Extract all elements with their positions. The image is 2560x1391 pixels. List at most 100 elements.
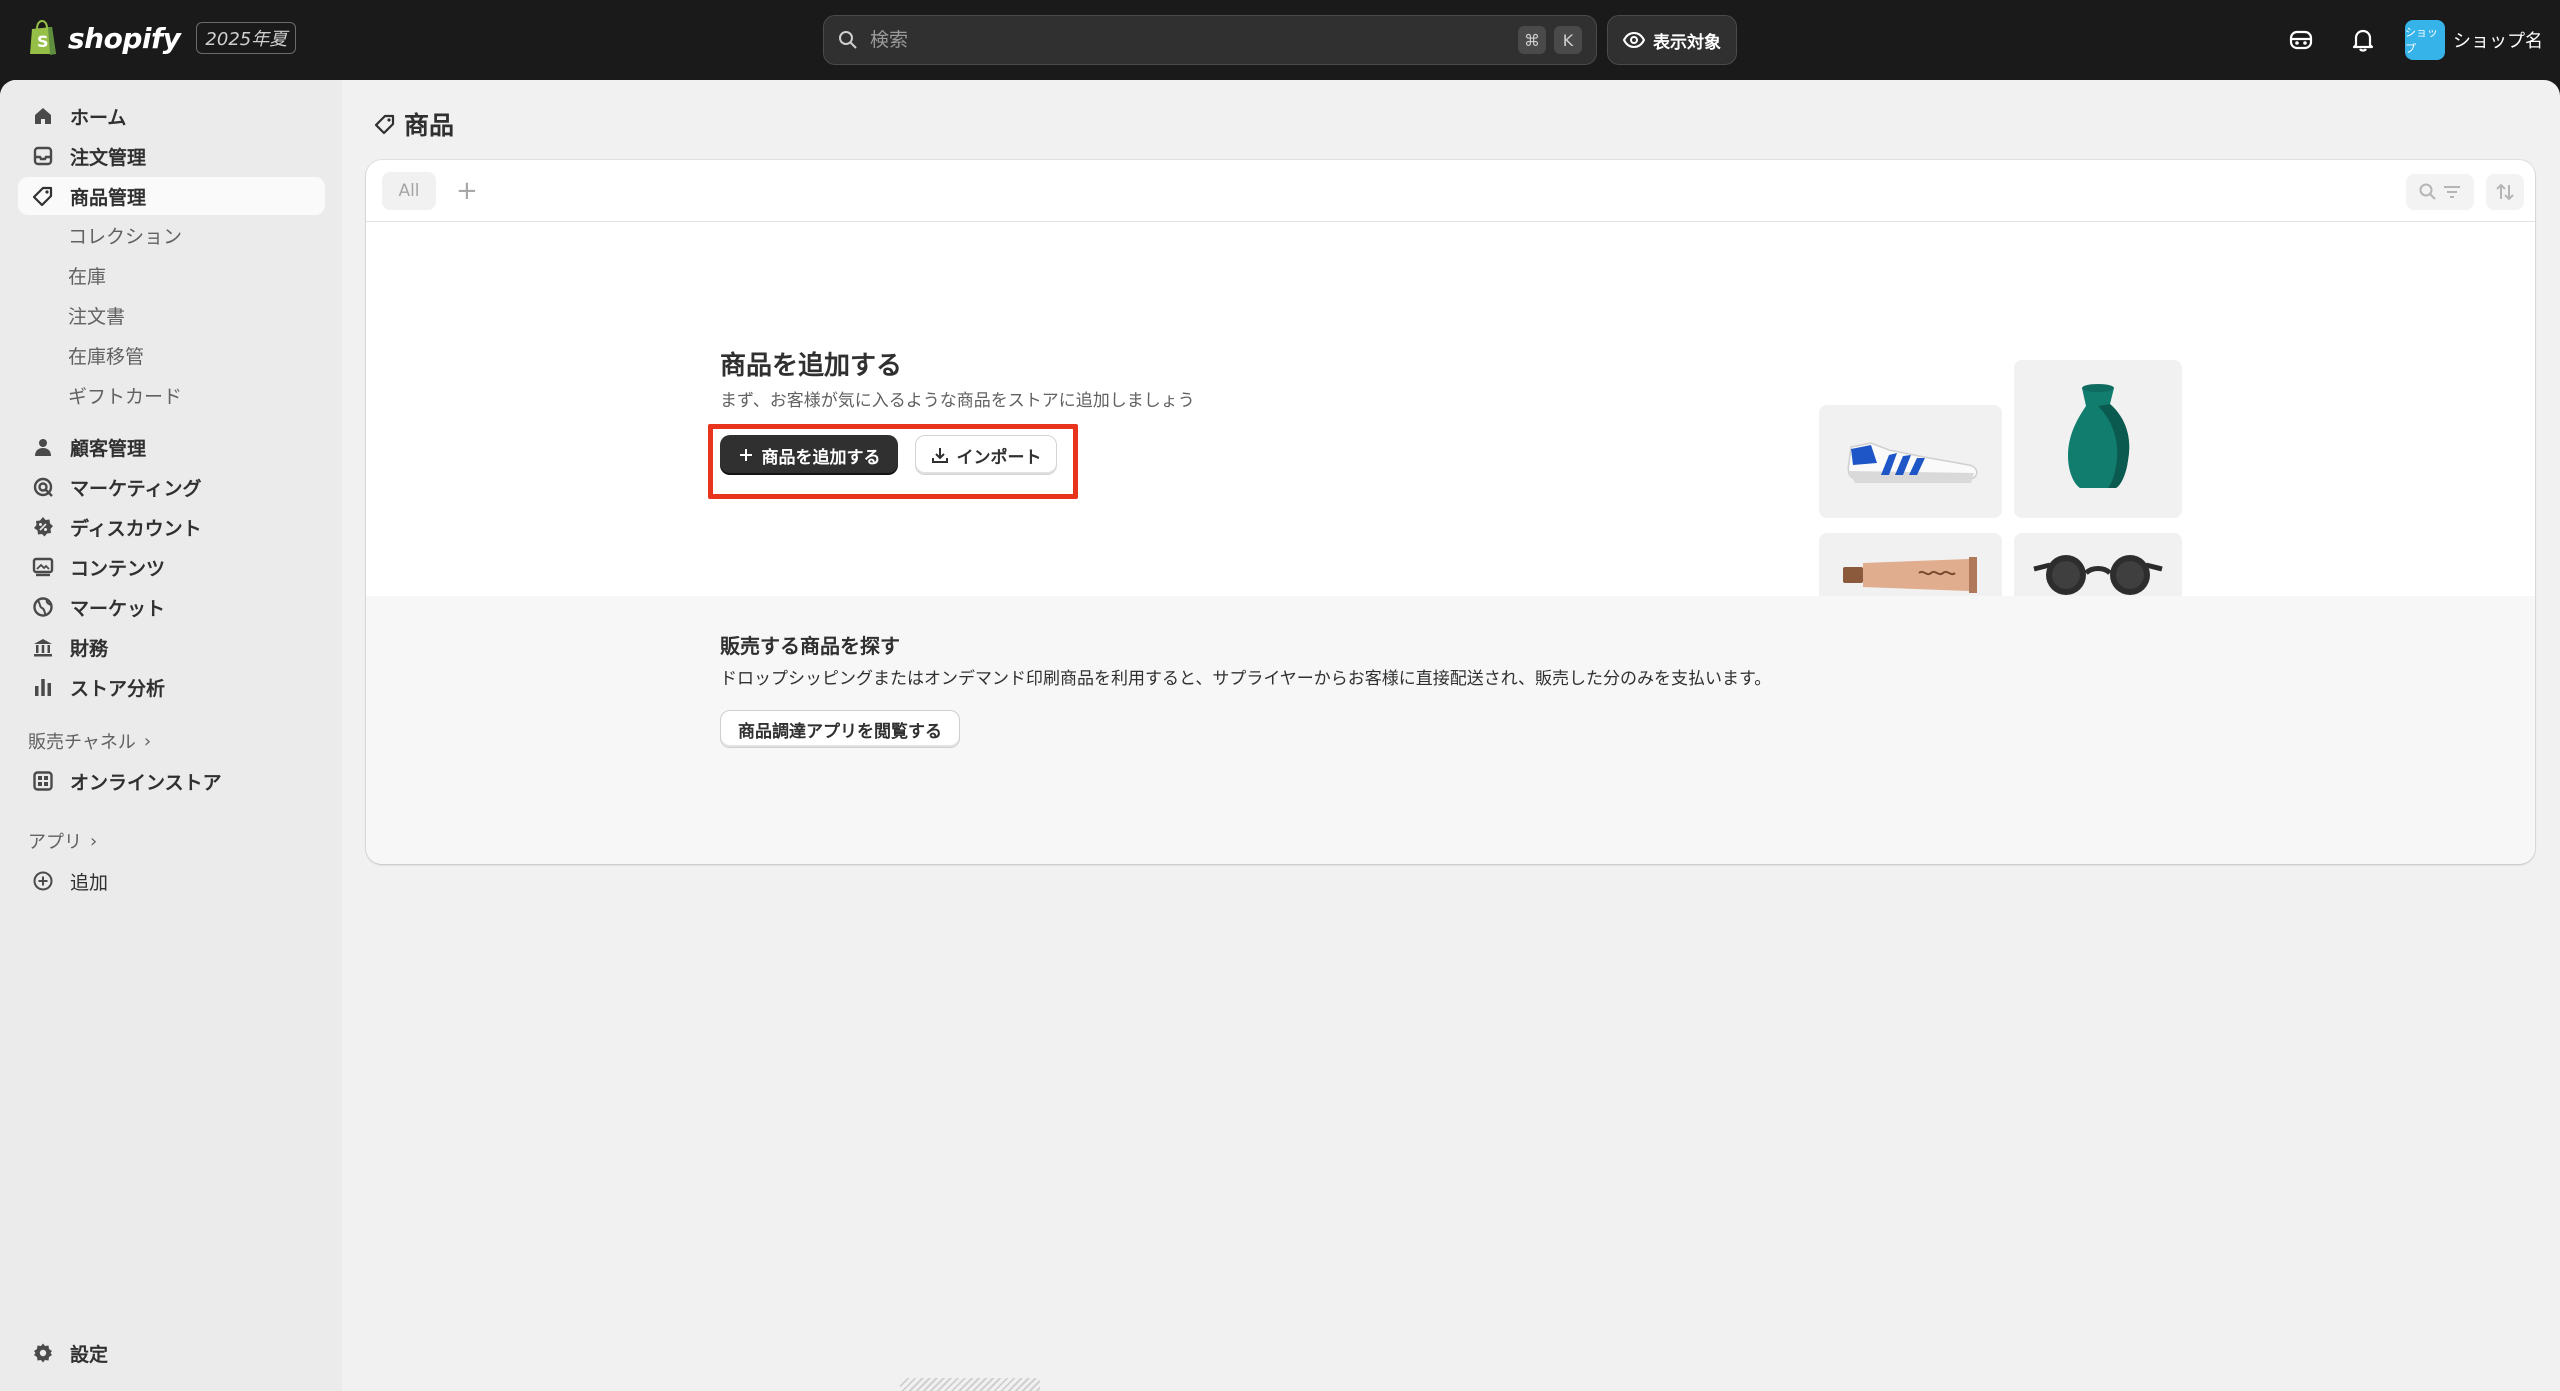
search-icon xyxy=(2419,183,2436,200)
shopify-logo[interactable]: S shopify 2025年夏 xyxy=(28,20,297,56)
sidebar-item-orders[interactable]: 注文管理 xyxy=(18,137,325,175)
search-bar[interactable]: ⌘ K xyxy=(823,15,1597,65)
tag-icon xyxy=(374,114,395,135)
view-tabs: All + xyxy=(366,160,2535,222)
globe-icon xyxy=(33,597,53,617)
discover-description: ドロップシッピングまたはオンデマンド印刷商品を利用すると、サプライヤーからお客様… xyxy=(720,669,1772,689)
sidebar-item-marketing[interactable]: マーケティング xyxy=(18,468,325,506)
apps-label: アプリ xyxy=(28,832,82,853)
products-card: All + 商品を追加する まず、お客様が気に入るような商品をストアに追加しまし… xyxy=(366,160,2535,864)
add-product-button[interactable]: 商品を追加する xyxy=(720,435,898,475)
vase-image xyxy=(2014,360,2182,518)
sidebar-item-label: ディスカウント xyxy=(70,517,202,540)
sidebar-item-label: マーケット xyxy=(70,597,166,620)
import-label: インポート xyxy=(956,447,1042,468)
top-bar: S shopify 2025年夏 ⌘ K 表示対象 ショップ ショップ名 xyxy=(0,0,2560,80)
search-filter-button[interactable] xyxy=(2406,174,2474,210)
sidebar-item-label: コンテンツ xyxy=(70,557,166,580)
eye-icon xyxy=(1623,31,1645,49)
svg-text:S: S xyxy=(37,32,49,51)
tag-icon xyxy=(32,186,53,207)
sidebar-item-products[interactable]: 商品管理 xyxy=(18,177,325,215)
sidebar-item-analytics[interactable]: ストア分析 xyxy=(18,668,325,706)
sales-channels-label: 販売チャネル xyxy=(28,732,136,753)
sidebar-item-customers[interactable]: 顧客管理 xyxy=(18,428,325,466)
person-icon xyxy=(35,439,51,456)
logo-text: shopify xyxy=(68,21,181,55)
chart-icon xyxy=(35,679,51,696)
sidebar-item-label: 設定 xyxy=(70,1343,109,1366)
sidebar-item-label: ストア分析 xyxy=(70,677,166,700)
sidebar-item-label: 商品管理 xyxy=(70,186,147,209)
shop-name: ショップ名 xyxy=(2453,31,2543,52)
page-title: 商品 xyxy=(374,106,454,142)
sidebar-item-label: 顧客管理 xyxy=(70,437,147,460)
target-icon xyxy=(33,477,53,497)
empty-state-title: 商品を追加する xyxy=(720,351,903,381)
discover-title: 販売する商品を探す xyxy=(720,634,900,658)
download-icon xyxy=(931,448,948,463)
inbox-icon xyxy=(33,146,53,166)
edition-badge: 2025年夏 xyxy=(196,22,297,54)
sidebar-item-content[interactable]: コンテンツ xyxy=(18,548,325,586)
sneaker-icon xyxy=(1847,442,1978,483)
content-icon xyxy=(32,557,54,577)
sidebar-item-finance[interactable]: 財務 xyxy=(18,628,325,666)
sidebar-item-discounts[interactable]: ディスカウント xyxy=(18,508,325,546)
discover-section: 販売する商品を探す ドロップシッピングまたはオンデマンド印刷商品を利用すると、サ… xyxy=(366,596,2535,864)
sidebar-item-online-store[interactable]: オンラインストア xyxy=(18,762,325,800)
sidebar-item-label: 財務 xyxy=(70,637,109,660)
bell-icon[interactable] xyxy=(2349,26,2377,54)
sidebar-subitem-transfers[interactable]: 在庫移管 xyxy=(68,338,144,372)
browse-sourcing-apps-button[interactable]: 商品調達アプリを閲覧する xyxy=(720,710,960,748)
discount-icon xyxy=(34,517,53,537)
shop-menu[interactable]: ショップ ショップ名 xyxy=(2405,20,2543,60)
chevron-right-icon: › xyxy=(90,830,98,852)
resize-handle[interactable] xyxy=(900,1378,1040,1391)
add-view-button[interactable]: + xyxy=(456,174,478,208)
sidebar-item-settings[interactable]: 設定 xyxy=(18,1334,325,1372)
shortcut-cmd-key: ⌘ xyxy=(1518,26,1546,54)
sidebar-item-add-app[interactable]: 追加 xyxy=(18,862,325,900)
shop-avatar: ショップ xyxy=(2405,20,2445,60)
search-input[interactable] xyxy=(870,29,1510,51)
chevron-right-icon: › xyxy=(143,730,152,752)
vase-icon xyxy=(2068,384,2130,488)
sidebar-item-label: 追加 xyxy=(70,871,109,894)
plus-circle-icon xyxy=(33,871,53,891)
sidebar-item-markets[interactable]: マーケット xyxy=(18,588,325,626)
apps-header[interactable]: アプリ › xyxy=(28,826,97,856)
view-as-label: 表示対象 xyxy=(1653,32,1721,53)
gear-icon xyxy=(34,1343,52,1363)
bank-icon xyxy=(34,639,52,657)
sidebar-item-label: 注文管理 xyxy=(70,146,147,169)
sidebar-subitem-collections[interactable]: コレクション xyxy=(68,218,182,252)
plus-icon xyxy=(739,449,752,461)
sidebar-item-home[interactable]: ホーム xyxy=(18,97,325,135)
sidebar-item-label: マーケティング xyxy=(70,477,202,500)
sidebar-item-label: ホーム xyxy=(70,106,127,129)
home-icon xyxy=(35,108,51,124)
sidebar: ホーム 注文管理 商品管理 コレクション 在庫 注文書 在庫移管 ギフトカード … xyxy=(0,80,342,1391)
store-icon xyxy=(33,771,53,791)
empty-state-subtitle: まず、お客様が気に入るような商品をストアに追加しましょう xyxy=(720,391,1195,411)
sidebar-item-label: オンラインストア xyxy=(70,771,222,794)
shopify-bag-icon: S xyxy=(30,20,56,55)
sidekick-icon[interactable] xyxy=(2287,26,2315,54)
app-frame: ホーム 注文管理 商品管理 コレクション 在庫 注文書 在庫移管 ギフトカード … xyxy=(0,80,2560,1391)
sneaker-image xyxy=(1819,405,2002,518)
tab-all[interactable]: All xyxy=(382,172,436,210)
add-product-label: 商品を追加する xyxy=(761,447,881,468)
filter-icon xyxy=(2444,186,2460,198)
search-icon xyxy=(839,31,857,49)
sort-button[interactable] xyxy=(2486,174,2524,210)
sidebar-subitem-gift-cards[interactable]: ギフトカード xyxy=(68,378,182,412)
page-title-text: 商品 xyxy=(404,111,455,140)
shortcut-k-key: K xyxy=(1554,26,1582,54)
sidebar-subitem-purchase-orders[interactable]: 注文書 xyxy=(68,298,125,332)
sort-icon xyxy=(2496,183,2514,201)
import-button[interactable]: インポート xyxy=(915,435,1057,475)
view-as-button[interactable]: 表示対象 xyxy=(1607,15,1737,65)
sidebar-subitem-inventory[interactable]: 在庫 xyxy=(68,258,106,292)
sales-channels-header[interactable]: 販売チャネル › xyxy=(28,726,151,756)
